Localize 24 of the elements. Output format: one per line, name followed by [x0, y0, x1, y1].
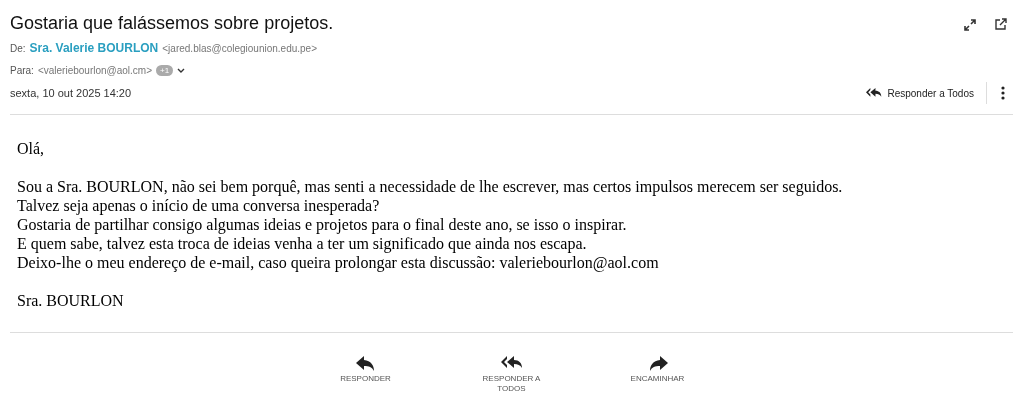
recipient-address: <valeriebourlon@aol.cm> [37, 64, 152, 78]
to-label: Para: [10, 64, 34, 78]
email-date: sexta, 10 out 2025 14:20 [10, 85, 132, 101]
reply-all-icon [866, 87, 883, 99]
greeting-text: Olá, [17, 139, 46, 158]
body-text: Sou a Sra. BOURLON, não sei bem porquê, mas senti a necessidade de lhe escrever, mas certos impulsos merecem ser seguidos. [17, 177, 844, 196]
sender-address: <jared.blas@colegiounion.edu.pe> [162, 42, 317, 56]
body-text: Gostaria de partilhar consigo algumas ideias e projetos para o final deste ano, se isso o inspirar. [17, 215, 628, 234]
expand-icon[interactable] [964, 18, 976, 31]
action-button[interactable]: RESPONDER A TODOS [473, 355, 550, 394]
reply-icon [354, 355, 377, 371]
from-label: De: [10, 42, 26, 56]
body-text: E quem sabe, talvez esta troca de ideias venha a ter um significado que ainda nos escapa. [17, 234, 588, 253]
more-options-icon[interactable] [1001, 86, 1005, 100]
reply-all-icon [500, 355, 523, 371]
signature-text: Sra. BOURLON [17, 291, 125, 310]
chevron-down-icon[interactable] [177, 67, 186, 74]
body-text: Talvez seja apenas o início de uma conversa inesperada? [17, 196, 381, 215]
email-subject: Gostaria que falássemos sobre projetos. [10, 12, 334, 34]
action-button[interactable]: RESPONDER [327, 355, 404, 394]
external-link-icon[interactable] [994, 18, 1007, 31]
action-button[interactable]: ENCAMINHAR [619, 355, 696, 394]
body-text: Deixo-lhe o meu endereço de e-mail, caso queira prolongar esta discussão: valeriebourlon@aol.com [17, 253, 660, 272]
reply-all-button[interactable]: Responder a Todos [866, 85, 986, 101]
